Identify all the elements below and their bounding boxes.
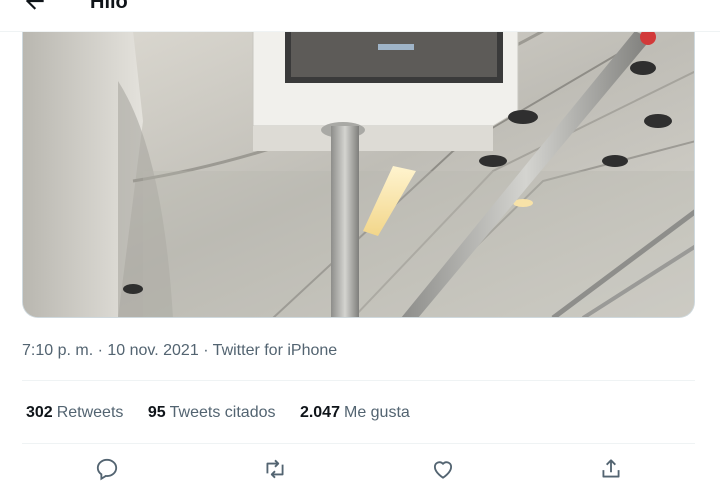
thread-header: Hilo xyxy=(0,0,720,32)
tweet-date[interactable]: 10 nov. 2021 xyxy=(107,342,198,359)
tweet-photo[interactable] xyxy=(22,31,695,318)
divider-top xyxy=(22,380,695,381)
meta-separator-2: · xyxy=(203,342,209,359)
quotes-count: 95 xyxy=(147,404,166,421)
tweet-actions xyxy=(0,456,720,486)
meta-separator: · xyxy=(97,342,103,359)
retweets-label: Retweets xyxy=(56,404,124,421)
likes-count: 2.047 xyxy=(299,404,340,421)
tweet-source[interactable]: Twitter for iPhone xyxy=(213,342,338,359)
divider-bottom xyxy=(22,443,695,444)
retweets-stat[interactable]: 302 Retweets xyxy=(26,401,123,425)
back-arrow-icon[interactable] xyxy=(22,0,48,14)
quotes-label: Tweets citados xyxy=(169,404,276,421)
retweets-count: 302 xyxy=(26,404,53,421)
likes-stat[interactable]: 2.047 Me gusta xyxy=(300,401,410,425)
page-title: Hilo xyxy=(90,0,128,13)
tweet-stats: 302 Retweets 95 Tweets citados 2.047 Me gus… xyxy=(26,401,430,425)
likes-label: Me gusta xyxy=(343,404,410,421)
quotes-stat[interactable]: 95 Tweets citados xyxy=(148,401,276,425)
tweet-metadata: 7:10 p. m. · 10 nov. 2021 · Twitter for … xyxy=(22,339,337,363)
tweet-time[interactable]: 7:10 p. m. xyxy=(22,342,93,359)
